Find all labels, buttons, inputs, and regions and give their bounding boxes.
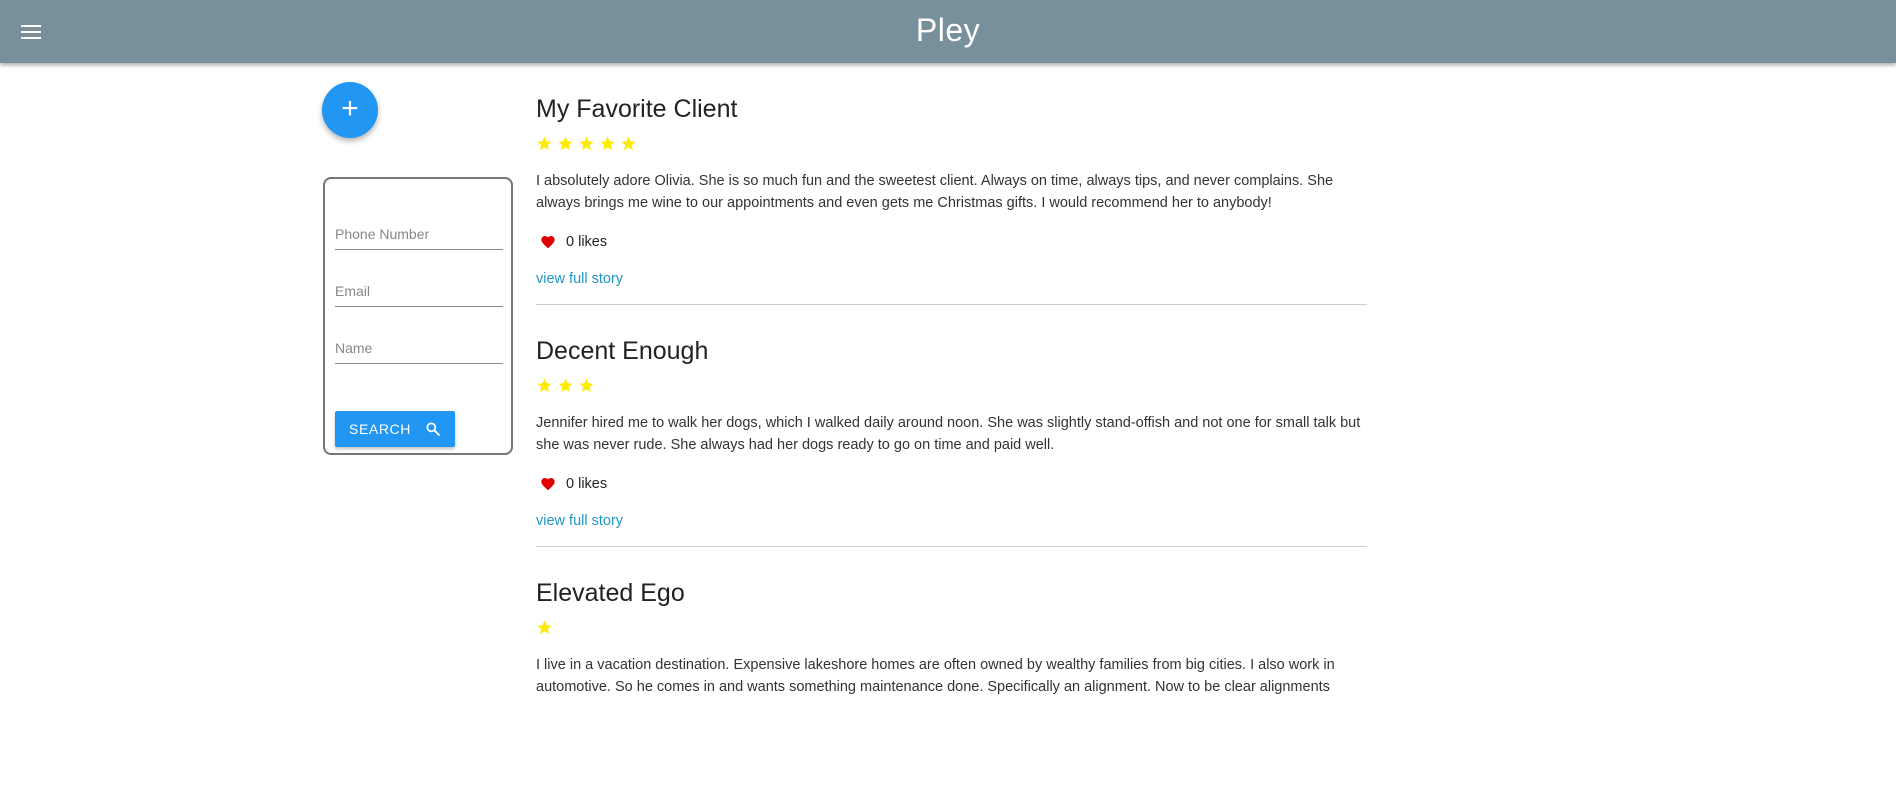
email-input[interactable] [335,276,503,306]
search-panel: SEARCH [323,177,513,455]
star-rating [536,377,595,394]
story-title[interactable]: Elevated Ego [536,579,685,608]
email-field[interactable] [335,276,503,307]
view-full-story-link[interactable]: view full story [536,513,623,529]
story-excerpt: I live in a vacation destination. Expens… [536,657,1335,695]
story-excerpt: Jennifer hired me to walk her dogs, whic… [536,415,1361,453]
search-button[interactable]: SEARCH [335,411,455,447]
add-story-button[interactable]: + [322,82,378,138]
name-input[interactable] [335,333,503,363]
phone-number-field[interactable] [335,219,503,250]
story-card: Decent Enough Jennifer hired me to walk … [536,305,1367,547]
name-field[interactable] [335,333,503,364]
star-icon [558,136,573,151]
star-icon [537,378,552,393]
star-rating [536,135,637,152]
star-icon [537,620,552,635]
likes-count: 0 likes [566,476,608,492]
star-icon [579,378,594,393]
star-icon [600,136,615,151]
star-icon [558,378,573,393]
view-full-story-link[interactable]: view full story [536,271,623,287]
story-feed: My Favorite Client I absolutely adore Ol… [536,62,1367,789]
star-rating [536,619,553,636]
search-button-label: SEARCH [349,421,411,437]
star-icon [537,136,552,151]
story-title[interactable]: My Favorite Client [536,95,737,124]
story-card: My Favorite Client I absolutely adore Ol… [536,63,1367,305]
story-card: Elevated Ego I live in a vacation destin… [536,547,1367,789]
likes: 0 likes [540,476,607,492]
story-title[interactable]: Decent Enough [536,337,708,366]
phone-number-input[interactable] [335,219,503,249]
heart-icon[interactable] [540,476,556,492]
likes: 0 likes [540,234,607,250]
story-excerpt: I absolutely adore Olivia. She is so muc… [536,173,1334,211]
star-icon [621,136,636,151]
likes-count: 0 likes [566,234,608,250]
app-bar: Pley [0,0,1896,63]
app-title: Pley [915,12,981,48]
heart-icon[interactable] [540,234,556,250]
search-icon [426,422,440,436]
star-icon [579,136,594,151]
